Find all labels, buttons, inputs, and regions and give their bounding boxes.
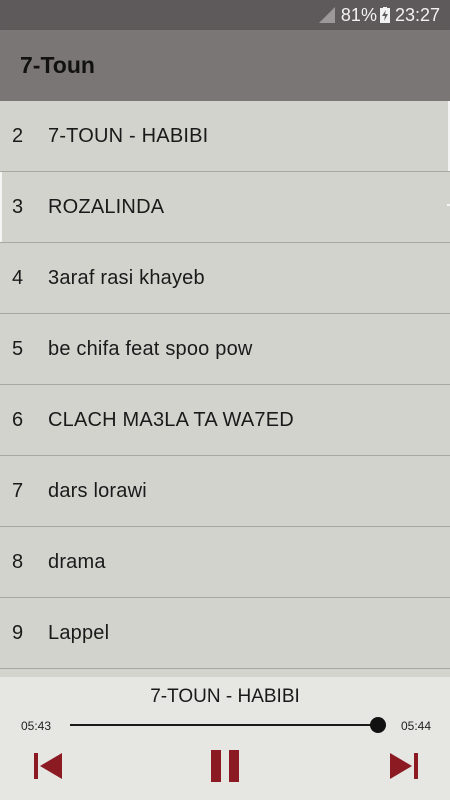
list-item[interactable]: 2 7-TOUN - HABIBI	[0, 101, 450, 172]
now-playing-title: 7-TOUN - HABIBI	[150, 686, 300, 707]
track-number: 7	[12, 479, 24, 502]
track-number: 9	[12, 621, 24, 644]
track-number: 6	[12, 408, 24, 431]
battery-percent: 81%	[340, 4, 377, 25]
pause-icon[interactable]	[208, 749, 242, 783]
list-item[interactable]: 8 drama	[0, 527, 450, 598]
current-time: 05:43	[21, 719, 52, 733]
track-title: 3araf rasi khayeb	[48, 266, 205, 289]
total-time: 05:44	[401, 719, 432, 733]
list-item[interactable]: 6 CLACH MA3LA TA WA7ED	[0, 385, 450, 456]
track-list[interactable]: 2 7-TOUN - HABIBI 3 ROZALINDA 4 3araf ra…	[0, 101, 450, 677]
list-item[interactable]: 4 3araf rasi khayeb	[0, 243, 450, 314]
player-panel: 7-TOUN - HABIBI 05:43 05:44	[0, 677, 450, 800]
track-title: ROZALINDA	[48, 195, 165, 218]
battery-charging-icon	[379, 7, 390, 23]
track-title: Lappel	[48, 621, 110, 644]
track-number: 8	[12, 550, 24, 573]
status-bar: 81% 23:27	[0, 0, 450, 30]
list-item[interactable]: 7 dars lorawi	[0, 456, 450, 527]
clock: 23:27	[394, 4, 440, 25]
skip-next-icon[interactable]	[386, 749, 420, 783]
track-number: 2	[12, 124, 24, 147]
track-number: 4	[12, 266, 24, 289]
app-bar: 7-Toun	[0, 30, 450, 101]
seek-thumb[interactable]	[370, 717, 386, 733]
signal-icon	[318, 7, 335, 23]
track-title: dars lorawi	[48, 479, 147, 502]
list-item[interactable]: 5 be chifa feat spoo pow	[0, 314, 450, 385]
track-title: CLACH MA3LA TA WA7ED	[48, 408, 294, 431]
track-number: 5	[12, 337, 24, 360]
seek-bar[interactable]	[70, 724, 378, 726]
list-item[interactable]: 3 ROZALINDA	[0, 172, 450, 243]
list-item[interactable]: 9 Lappel	[0, 598, 450, 669]
track-title: 7-TOUN - HABIBI	[48, 124, 209, 147]
track-title: drama	[48, 550, 106, 573]
page-title: 7-Toun	[20, 52, 95, 78]
skip-previous-icon[interactable]	[32, 749, 66, 783]
track-title: be chifa feat spoo pow	[48, 337, 253, 360]
track-number: 3	[12, 195, 24, 218]
